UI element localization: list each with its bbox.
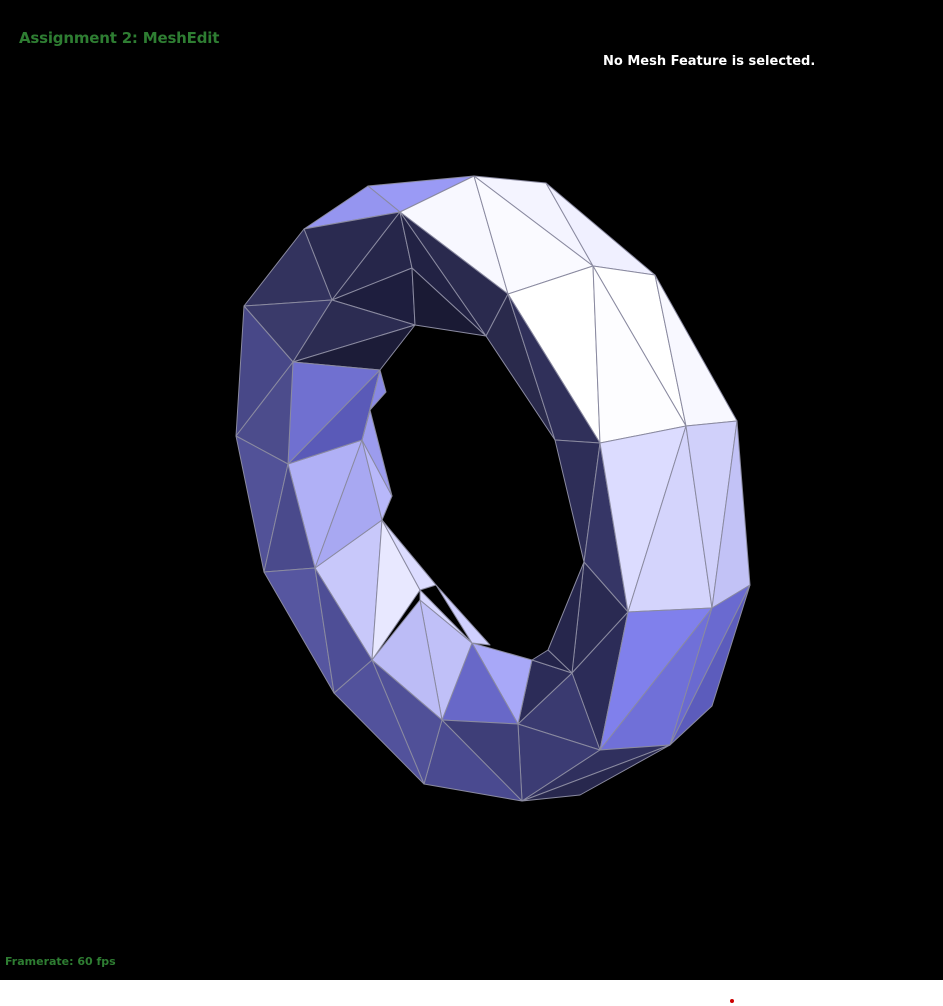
mesh-viewport[interactable]: Assignment 2: MeshEdit No Mesh Feature i… xyxy=(0,0,943,980)
framerate-readout: Framerate: 60 fps xyxy=(5,955,116,968)
selection-status: No Mesh Feature is selected. xyxy=(603,54,816,69)
app-title: Assignment 2: MeshEdit xyxy=(19,29,220,47)
torus-mesh[interactable] xyxy=(0,0,943,980)
cursor-icon xyxy=(730,999,734,1003)
bottom-strip xyxy=(0,980,943,1006)
